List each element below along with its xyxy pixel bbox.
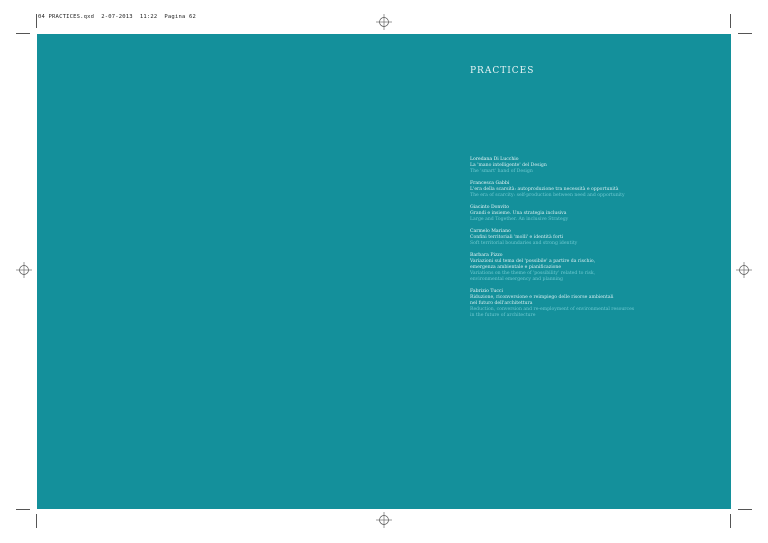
toc-entry: Fabrizio Tucci Riduzione, riconversione … [470,289,720,319]
toc-entry: Giacinto Donvito Grandi e insieme. Una s… [470,205,720,223]
crop-mark [730,14,731,28]
toc-entry: Francesca Gabbi L'era della scarsità: au… [470,181,720,199]
entry-title-english: environmental emergency and planning [470,277,563,282]
toc-entry: Loredana Di Lucchio La 'mano intelligent… [470,157,720,175]
entry-title-english: Large and Together. An inclusive Strateg… [470,217,569,222]
page-area: PRACTICES Loredana Di Lucchio La 'mano i… [37,34,731,509]
table-of-contents: Loredana Di Lucchio La 'mano intelligent… [470,157,720,325]
crop-mark [16,509,30,510]
toc-entry: Barbara Pizzo Variazioni sul tema del 'p… [470,253,720,283]
entry-title-english: The era of scarcity: self-production bet… [470,193,625,198]
crop-mark [738,509,752,510]
crop-mark [738,33,752,34]
printer-slug: 04 PRACTICES.qxd 2-07-2013 11:22 Pagina … [38,14,197,20]
entry-title-english: in the future of architecture [470,313,536,318]
registration-mark-icon [376,512,392,528]
toc-entry: Carmelo Mariano Confini territoriali 'mo… [470,229,720,247]
crop-mark [36,514,37,528]
entry-title-english: Soft territorial boundaries and strong i… [470,241,578,246]
crop-mark [16,33,30,34]
registration-mark-icon [16,262,32,278]
section-title: PRACTICES [470,66,535,76]
crop-mark [730,514,731,528]
registration-mark-icon [376,14,392,30]
entry-title-english: The 'smart' hand of Design [470,169,533,174]
crop-mark [36,14,37,28]
registration-mark-icon [736,262,752,278]
